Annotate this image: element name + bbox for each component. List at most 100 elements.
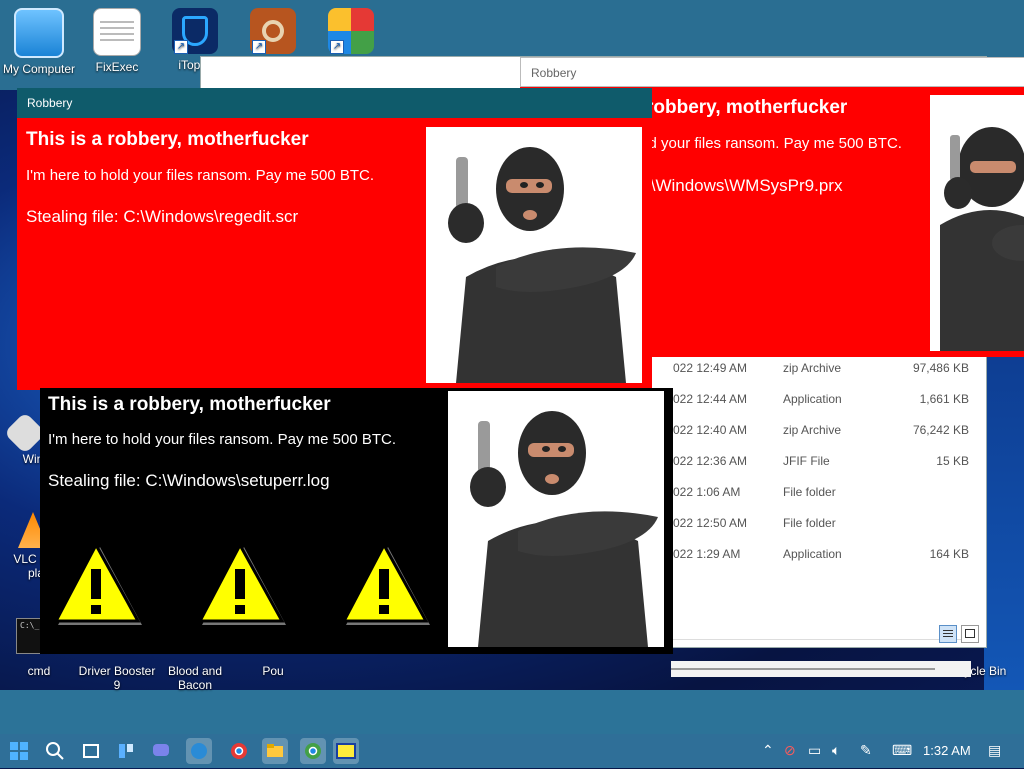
cell-date: 022 1:06 AM — [673, 485, 741, 499]
icon-label: Blood and Bacon — [167, 664, 223, 692]
itop-vpn-icon: ↗ — [172, 8, 218, 54]
large-icons-view-button[interactable] — [961, 625, 979, 643]
shortcut-arrow-icon: ↗ — [174, 40, 188, 54]
window-title: Robbery — [531, 66, 577, 80]
table-row[interactable]: 022 1:29 AM Application 164 KB — [671, 539, 971, 570]
taskbar-search-button[interactable] — [42, 738, 68, 764]
avg-icon: ↗ — [328, 8, 374, 54]
taskbar-clock[interactable]: 1:32 AM — [923, 743, 971, 758]
cell-date: 022 12:40 AM — [673, 423, 748, 437]
table-row[interactable]: 022 12:49 AM zip Archive 97,486 KB — [671, 353, 971, 384]
warning-icon — [342, 543, 430, 625]
window-titlebar[interactable]: Robbery — [17, 88, 652, 118]
robber-illustration — [930, 95, 1024, 351]
desktop-icon-tf2[interactable]: ↗ — [234, 8, 312, 58]
cell-date: 022 12:50 AM — [673, 516, 748, 530]
desktop-icon-fixexec[interactable]: FixExec — [78, 8, 156, 74]
cell-date: 022 12:36 AM — [673, 454, 748, 468]
search-icon — [46, 742, 64, 760]
camera-off-icon[interactable]: ⊘ — [784, 742, 796, 759]
cell-size: 164 KB — [929, 547, 969, 561]
table-row[interactable]: 022 12:50 AM File folder — [671, 508, 971, 539]
notification-icon[interactable]: ▤ — [988, 742, 1001, 759]
table-row[interactable]: 022 12:44 AM Application 1,661 KB — [671, 384, 971, 415]
start-button[interactable] — [6, 738, 32, 764]
computer-icon — [14, 8, 64, 58]
windows-logo-icon — [10, 742, 28, 760]
cell-type: Application — [783, 547, 842, 561]
table-row[interactable]: 022 1:06 AM File folder — [671, 477, 971, 508]
show-hidden-icons-chevron-icon[interactable]: ⌃ — [762, 742, 774, 759]
taskbar-app-edge[interactable] — [186, 738, 212, 764]
taskbar: ⌃ ⊘ ▭ 🔈︎ ✎ ⌨ 1:32 AM ▤ — [0, 734, 1024, 768]
window-titlebar[interactable]: Robbery — [520, 57, 1024, 87]
icon-label: FixExec — [95, 60, 139, 74]
cell-size: 97,486 KB — [912, 361, 969, 375]
ransom-message: o hold your files ransom. Pay me 500 BTC… — [616, 135, 902, 152]
icon-label: Pou — [262, 664, 284, 678]
cell-type: zip Archive — [783, 423, 842, 437]
robber-illustration — [448, 391, 664, 647]
robber-photo — [426, 127, 642, 383]
shortcut-arrow-icon: ↗ — [252, 40, 266, 54]
icon-label: My Computer — [2, 62, 76, 76]
taskbar-app-ransom[interactable] — [333, 738, 359, 764]
cell-size: 76,242 KB — [912, 423, 969, 437]
ransom-headline: robbery, motherfucker — [646, 97, 848, 118]
horizontal-scrollbar[interactable] — [671, 661, 971, 677]
chat-icon — [153, 744, 169, 756]
details-view-button[interactable] — [939, 625, 957, 643]
cell-type: File folder — [783, 516, 836, 530]
warning-icon — [54, 543, 142, 625]
cell-date: 022 12:49 AM — [673, 361, 748, 375]
robber-photo — [448, 391, 664, 647]
chrome-icon — [305, 743, 321, 759]
table-row[interactable]: 022 12:36 AM JFIF File 15 KB — [671, 446, 971, 477]
tf2-icon: ↗ — [250, 8, 296, 54]
folder-icon — [267, 744, 283, 757]
stealing-file-text: Stealing file: C:\Windows\setuperr.log — [48, 471, 330, 490]
ransom-headline: This is a robbery, motherfucker — [48, 394, 331, 415]
desktop-icon-cmd[interactable]: cmd — [0, 664, 78, 678]
taskbar-app-chrome-2[interactable] — [300, 738, 326, 764]
taskbar-app-file-explorer[interactable] — [262, 738, 288, 764]
warning-icon — [198, 543, 286, 625]
keyboard-icon[interactable]: ⌨ — [892, 742, 912, 759]
browser-icon — [191, 743, 207, 759]
desktop-icon-pou[interactable]: Pou — [234, 664, 312, 678]
cell-date: 022 12:44 AM — [673, 392, 748, 406]
robber-photo — [930, 95, 1024, 351]
desktop-icon-blood-and-bacon[interactable]: Blood and Bacon — [156, 664, 234, 692]
desktop-icon-driver-booster[interactable]: Driver Booster 9 — [78, 664, 156, 692]
file-list: 022 12:49 AM zip Archive 97,486 KB 022 12:… — [671, 353, 971, 570]
ransom-window-black[interactable]: This is a robbery, motherfucker I'm here… — [40, 388, 673, 654]
table-row[interactable]: 022 12:40 AM zip Archive 76,242 KB — [671, 415, 971, 446]
pen-icon[interactable]: ✎ — [860, 742, 872, 759]
ransom-window-main[interactable]: Robbery This is a robbery, motherfucker … — [17, 88, 652, 390]
cell-size: 1,661 KB — [919, 392, 969, 406]
chat-button[interactable] — [148, 738, 174, 764]
taskbar-app-chrome[interactable] — [226, 738, 252, 764]
cell-type: JFIF File — [783, 454, 830, 468]
ransom-headline: This is a robbery, motherfucker — [26, 129, 309, 150]
cell-type: File folder — [783, 485, 836, 499]
app-window-icon — [336, 743, 356, 759]
task-view-button[interactable] — [78, 738, 104, 764]
robber-illustration — [426, 127, 642, 383]
chrome-icon — [231, 743, 247, 759]
scrollbar-thumb[interactable] — [671, 668, 935, 670]
cell-size: 15 KB — [936, 454, 969, 468]
document-icon — [93, 8, 141, 56]
stealing-file-text: Stealing file: C:\Windows\regedit.scr — [26, 207, 299, 226]
volume-icon[interactable]: 🔈︎ — [832, 742, 840, 759]
task-view-icon — [83, 744, 99, 758]
desktop-icon-my-computer[interactable]: My Computer — [0, 8, 78, 76]
widgets-button[interactable] — [113, 738, 139, 764]
network-icon[interactable]: ▭ — [808, 742, 821, 759]
desktop-bottom-band — [0, 690, 1024, 734]
desktop-icon-avg[interactable]: ↗ — [312, 8, 390, 58]
ransom-message: I'm here to hold your files ransom. Pay … — [48, 431, 397, 448]
ransom-message: I'm here to hold your files ransom. Pay … — [26, 167, 375, 184]
icon-label: cmd — [27, 664, 51, 678]
shortcut-arrow-icon: ↗ — [330, 40, 344, 54]
